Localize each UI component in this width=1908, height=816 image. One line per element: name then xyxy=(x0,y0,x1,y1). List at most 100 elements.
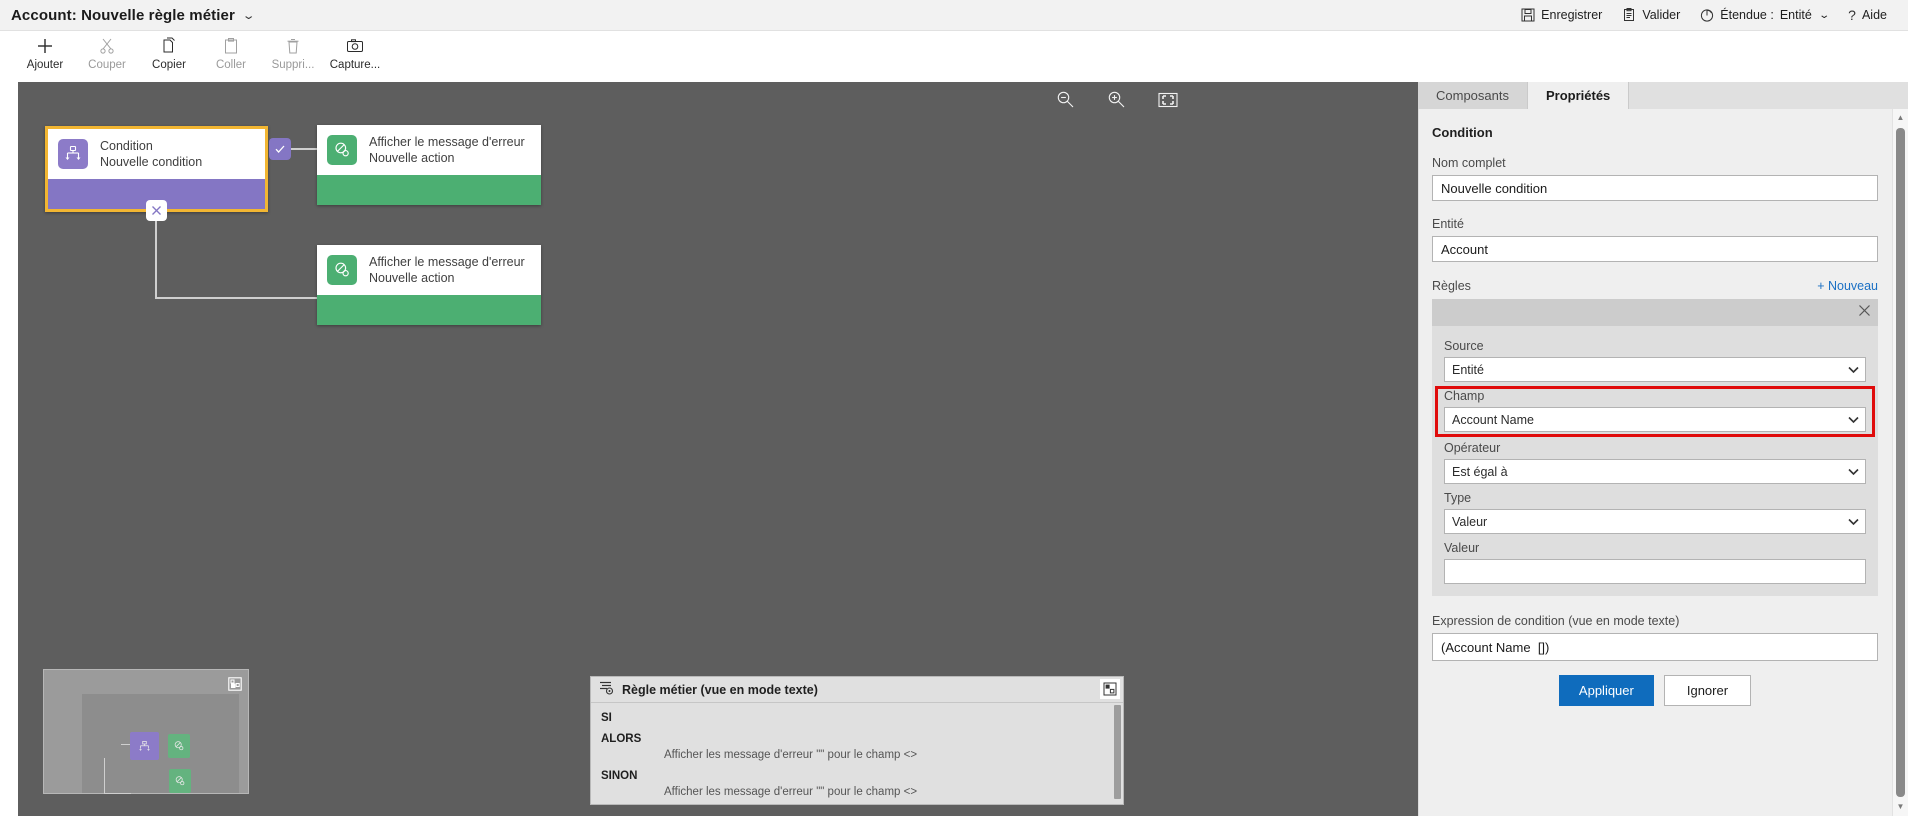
save-label: Enregistrer xyxy=(1541,8,1603,22)
scope-label: Étendue : xyxy=(1720,8,1774,22)
text-panel-header: Règle métier (vue en mode texte) xyxy=(591,677,1123,703)
entite-label: Entité xyxy=(1432,217,1464,231)
node-action-true-title: Afficher le message d'erreur xyxy=(369,135,525,149)
trash-icon xyxy=(284,36,302,56)
scope-selector[interactable]: Étendue : Entité ⌄ xyxy=(1690,4,1838,26)
ribbon-delete-button[interactable]: Suppri... xyxy=(262,31,324,81)
text-panel-keyword-sinon: SINON xyxy=(601,770,638,782)
properties-content: Condition Nom complet Entité Règles + No… xyxy=(1418,109,1892,816)
ribbon-copy-button[interactable]: Copier xyxy=(138,31,200,81)
ribbon-delete-label: Suppri... xyxy=(271,59,315,71)
operateur-select-wrap: Est égal à xyxy=(1444,459,1866,484)
title-commands: Enregistrer Valider Étendue : Entité ⌄ ?… xyxy=(1511,3,1908,27)
text-panel-title: Règle métier (vue en mode texte) xyxy=(622,682,818,697)
minimap-connector-false-h xyxy=(104,793,131,794)
tab-proprietes[interactable]: Propriétés xyxy=(1527,82,1630,109)
zoom-out-icon[interactable] xyxy=(1056,90,1075,114)
expression-input[interactable] xyxy=(1432,633,1878,661)
champ-select[interactable]: Account Name xyxy=(1444,407,1866,432)
ribbon-paste-button[interactable]: Coller xyxy=(200,31,262,81)
camera-icon xyxy=(346,36,364,56)
canvas-node-action-false[interactable]: Afficher le message d'erreur Nouvelle ac… xyxy=(317,245,541,325)
node-condition-subtitle: Nouvelle condition xyxy=(100,155,203,169)
rule-card-body: Source Entité Champ Account Name Opérate… xyxy=(1432,326,1878,596)
help-icon: ? xyxy=(1848,7,1856,23)
cancel-button[interactable]: Ignorer xyxy=(1663,675,1752,706)
branch-true-handle[interactable] xyxy=(269,138,291,160)
page-title: Account: Nouvelle règle métier xyxy=(11,6,235,24)
zoom-in-icon[interactable] xyxy=(1107,90,1126,114)
condition-icon xyxy=(58,139,88,169)
scroll-down-arrow-icon[interactable]: ▼ xyxy=(1897,800,1905,814)
properties-tabs: Composants Propriétés xyxy=(1418,82,1908,109)
champ-select-wrap: Account Name xyxy=(1444,407,1866,432)
text-panel-keyword-si: SI xyxy=(601,712,612,724)
paste-icon xyxy=(222,36,240,56)
type-label: Type xyxy=(1444,491,1472,505)
source-select[interactable]: Entité xyxy=(1444,357,1866,382)
ribbon-cut-button[interactable]: Couper xyxy=(76,31,138,81)
text-panel-body[interactable]: SI ALORS Afficher les message d'erreur "… xyxy=(591,703,1123,803)
scope-value: Entité xyxy=(1779,8,1812,22)
champ-highlight-box: Champ Account Name xyxy=(1435,386,1875,437)
ribbon-cut-label: Couper xyxy=(88,59,126,71)
node-action-false-subtitle: Nouvelle action xyxy=(369,271,455,285)
nom-complet-input[interactable] xyxy=(1432,175,1878,201)
valeur-input[interactable] xyxy=(1444,559,1866,584)
ribbon-add-label: Ajouter xyxy=(26,59,64,71)
rule-designer-canvas[interactable]: Condition Nouvelle condition Afficher le… xyxy=(18,82,1418,816)
valeur-label: Valeur xyxy=(1444,541,1480,555)
node-condition-text: Condition Nouvelle condition xyxy=(100,138,202,170)
champ-label: Champ xyxy=(1444,389,1485,403)
type-select-wrap: Valeur xyxy=(1444,509,1866,534)
properties-scrollbar[interactable]: ▲ ▼ xyxy=(1892,109,1908,816)
validate-icon xyxy=(1622,8,1636,22)
expression-section: Expression de condition (vue en mode tex… xyxy=(1432,596,1878,661)
properties-panel: Composants Propriétés Condition Nom comp… xyxy=(1418,82,1908,816)
apply-button[interactable]: Appliquer xyxy=(1558,675,1654,706)
minimap-node-action-false xyxy=(169,769,191,793)
ribbon-snapshot-label: Capture... xyxy=(329,59,381,71)
ribbon-snapshot-button[interactable]: Capture... xyxy=(324,31,386,81)
scrollbar-thumb[interactable] xyxy=(1896,128,1905,797)
validate-button[interactable]: Valider xyxy=(1612,4,1690,26)
node-condition-body: Condition Nouvelle condition xyxy=(48,129,265,179)
minimap-restore-icon[interactable] xyxy=(227,676,242,691)
rule-text-icon xyxy=(599,680,614,700)
ribbon-add-button[interactable]: Ajouter xyxy=(14,31,76,81)
scroll-up-arrow-icon[interactable]: ▲ xyxy=(1897,111,1905,125)
fit-to-screen-icon[interactable] xyxy=(1158,92,1178,113)
type-select[interactable]: Valeur xyxy=(1444,509,1866,534)
properties-scroll-wrapper: Condition Nom complet Entité Règles + No… xyxy=(1418,109,1908,816)
help-label: Aide xyxy=(1861,8,1887,22)
title-chevron-down-icon[interactable]: ⌄ xyxy=(242,9,256,22)
entite-input[interactable] xyxy=(1432,236,1878,262)
plus-icon xyxy=(36,36,54,56)
operateur-select[interactable]: Est égal à xyxy=(1444,459,1866,484)
canvas-minimap[interactable] xyxy=(43,669,249,794)
canvas-zoom-tools xyxy=(1056,90,1178,114)
ribbon-copy-label: Copier xyxy=(152,59,186,71)
help-button[interactable]: ? Aide xyxy=(1838,3,1897,27)
tab-composants[interactable]: Composants xyxy=(1418,82,1528,109)
minimap-viewport[interactable] xyxy=(82,694,239,794)
text-panel-restore-icon[interactable] xyxy=(1100,679,1120,699)
nom-complet-label: Nom complet xyxy=(1432,156,1506,170)
canvas-node-action-true[interactable]: Afficher le message d'erreur Nouvelle ac… xyxy=(317,125,541,205)
main-area: Condition Nouvelle condition Afficher le… xyxy=(0,82,1908,816)
node-action-true-body: Afficher le message d'erreur Nouvelle ac… xyxy=(317,125,541,175)
expression-label: Expression de condition (vue en mode tex… xyxy=(1432,614,1680,628)
node-action-false-text: Afficher le message d'erreur Nouvelle ac… xyxy=(369,254,525,286)
new-rule-link[interactable]: + Nouveau xyxy=(1817,279,1878,293)
rules-header-row: Règles + Nouveau xyxy=(1432,279,1878,293)
node-action-false-title: Afficher le message d'erreur xyxy=(369,255,525,269)
connector-false-horizontal xyxy=(155,297,318,299)
close-icon[interactable] xyxy=(1858,304,1871,322)
branch-false-handle[interactable] xyxy=(146,200,167,221)
panel-divider xyxy=(1418,109,1419,816)
save-button[interactable]: Enregistrer xyxy=(1511,4,1612,26)
scope-icon xyxy=(1700,8,1714,22)
rule-card-header xyxy=(1432,299,1878,326)
text-panel-scrollbar[interactable] xyxy=(1114,705,1121,799)
validate-label: Valider xyxy=(1642,8,1681,22)
